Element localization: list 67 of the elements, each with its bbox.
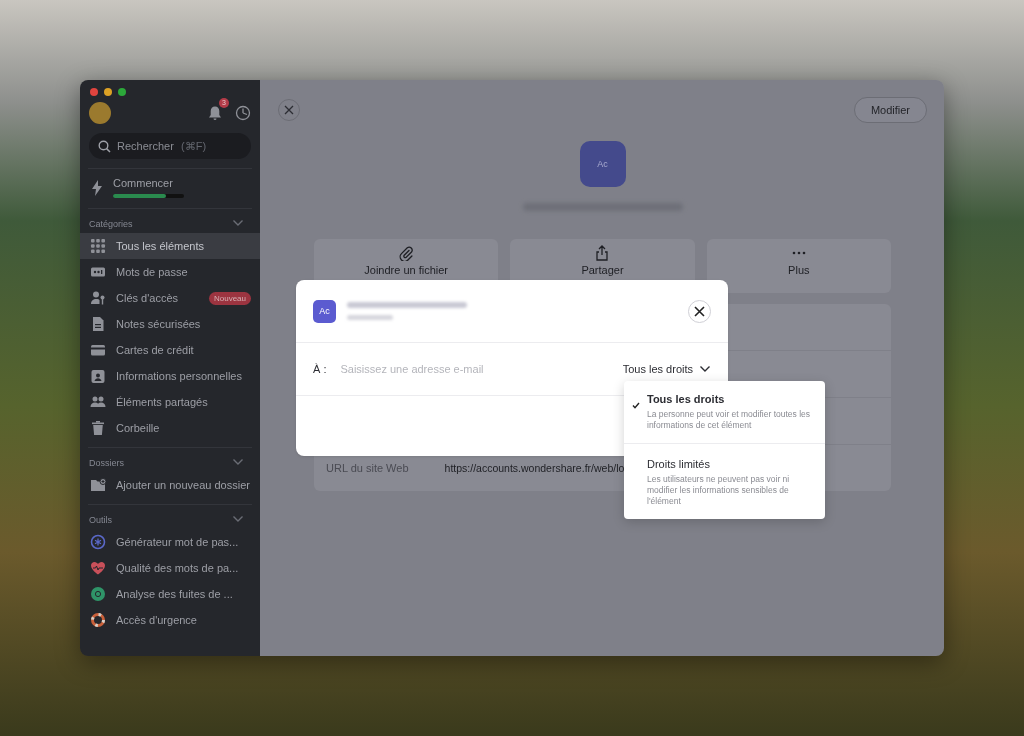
id-card-icon bbox=[90, 368, 106, 384]
collapse-chevron-icon[interactable] bbox=[232, 458, 244, 466]
search-input[interactable]: Rechercher bbox=[117, 140, 175, 152]
shortcut-hint: (⌘F) bbox=[181, 139, 207, 153]
progress-bar bbox=[113, 194, 184, 198]
collapse-chevron-icon[interactable] bbox=[232, 515, 244, 523]
sidebar-item[interactable]: Accès d'urgence bbox=[80, 607, 260, 633]
chevron-icon bbox=[699, 365, 711, 373]
timer-icon[interactable] bbox=[235, 105, 251, 121]
option-description: La personne peut voir et modifier toutes les informations de cet élément bbox=[647, 409, 811, 431]
document-icon bbox=[90, 316, 106, 332]
sidebar-item[interactable]: Clés d'accès Nouveau bbox=[80, 285, 260, 311]
paperclip-icon bbox=[398, 245, 415, 261]
lightning-icon bbox=[91, 179, 103, 196]
sidebar-item[interactable]: Tous les éléments bbox=[80, 233, 260, 259]
collapse-chevron-icon[interactable] bbox=[232, 219, 244, 227]
email-input[interactable]: Saisissez une adresse e-mail bbox=[340, 360, 531, 378]
radar-icon bbox=[90, 586, 106, 602]
rights-option[interactable]: Droits limités Les utilisateurs ne peuvent pas voir ni modifier les informations sensibles de l'élément bbox=[624, 444, 825, 519]
field-label: URL du site Web bbox=[326, 461, 409, 475]
heart-pulse-icon bbox=[90, 560, 106, 576]
option-description: Les utilisateurs ne peuvent pas voir ni modifier les informations sensibles de l'élément bbox=[647, 474, 791, 507]
getting-started-link[interactable]: Commencer bbox=[113, 177, 184, 189]
folder-plus-icon bbox=[90, 477, 106, 493]
section-heading: Dossiers bbox=[89, 458, 124, 468]
sidebar-item[interactable]: Cartes de crédit bbox=[80, 337, 260, 363]
section-heading: Catégories bbox=[89, 219, 133, 229]
blurred-email bbox=[347, 315, 393, 320]
bell-icon[interactable] bbox=[207, 105, 223, 121]
close-window-button[interactable] bbox=[90, 88, 98, 96]
people-icon bbox=[90, 394, 106, 410]
share-icon bbox=[594, 245, 611, 261]
close-icon bbox=[694, 305, 705, 317]
option-title: Tous les droits bbox=[647, 393, 726, 405]
edit-button[interactable]: Modifier bbox=[853, 97, 927, 123]
item-avatar: Ac bbox=[313, 299, 336, 323]
sidebar-item[interactable]: Corbeille bbox=[80, 415, 260, 441]
close-icon bbox=[284, 105, 294, 115]
item-avatar: Ac bbox=[579, 141, 626, 187]
option-title: Droits limités bbox=[647, 458, 711, 470]
sidebar-item[interactable]: Notes sécurisées bbox=[80, 311, 260, 337]
sidebar-item[interactable]: Mots de passe bbox=[80, 259, 260, 285]
avatar[interactable] bbox=[89, 102, 111, 124]
lifebuoy-icon bbox=[90, 612, 106, 628]
rights-option[interactable]: Tous les droits La personne peut voir et modifier toutes les informations de cet élément bbox=[624, 381, 825, 444]
field-value: https://accounts.wondershare.fr/web/lo bbox=[444, 461, 625, 475]
check-icon bbox=[632, 402, 640, 409]
search-field[interactable]: Rechercher (⌘F) bbox=[89, 133, 251, 159]
sidebar-item[interactable]: Générateur mot de pas... bbox=[80, 529, 260, 555]
section-heading: Outils bbox=[89, 515, 112, 525]
sidebar-item[interactable]: Qualité des mots de pa... bbox=[80, 555, 260, 581]
grid-icon bbox=[90, 238, 106, 254]
credit-card-icon bbox=[90, 342, 106, 358]
trash-icon bbox=[90, 420, 106, 436]
action-button[interactable]: Plus bbox=[706, 239, 891, 293]
minimize-window-button[interactable] bbox=[104, 88, 112, 96]
new-badge: Nouveau bbox=[208, 291, 251, 305]
rights-dropdown[interactable]: Tous les droits bbox=[622, 363, 711, 375]
sidebar-item[interactable]: Analyse des fuites de ... bbox=[80, 581, 260, 607]
person-key-icon bbox=[90, 290, 106, 306]
asterisk-circle-icon bbox=[90, 534, 106, 550]
to-label: À : bbox=[313, 363, 327, 375]
sidebar-item[interactable]: Informations personnelles bbox=[80, 363, 260, 389]
sidebar-item[interactable]: Ajouter un nouveau dossier bbox=[80, 472, 260, 498]
search-icon bbox=[98, 139, 111, 153]
sidebar-item[interactable]: Éléments partagés bbox=[80, 389, 260, 415]
zoom-window-button[interactable] bbox=[118, 88, 126, 96]
